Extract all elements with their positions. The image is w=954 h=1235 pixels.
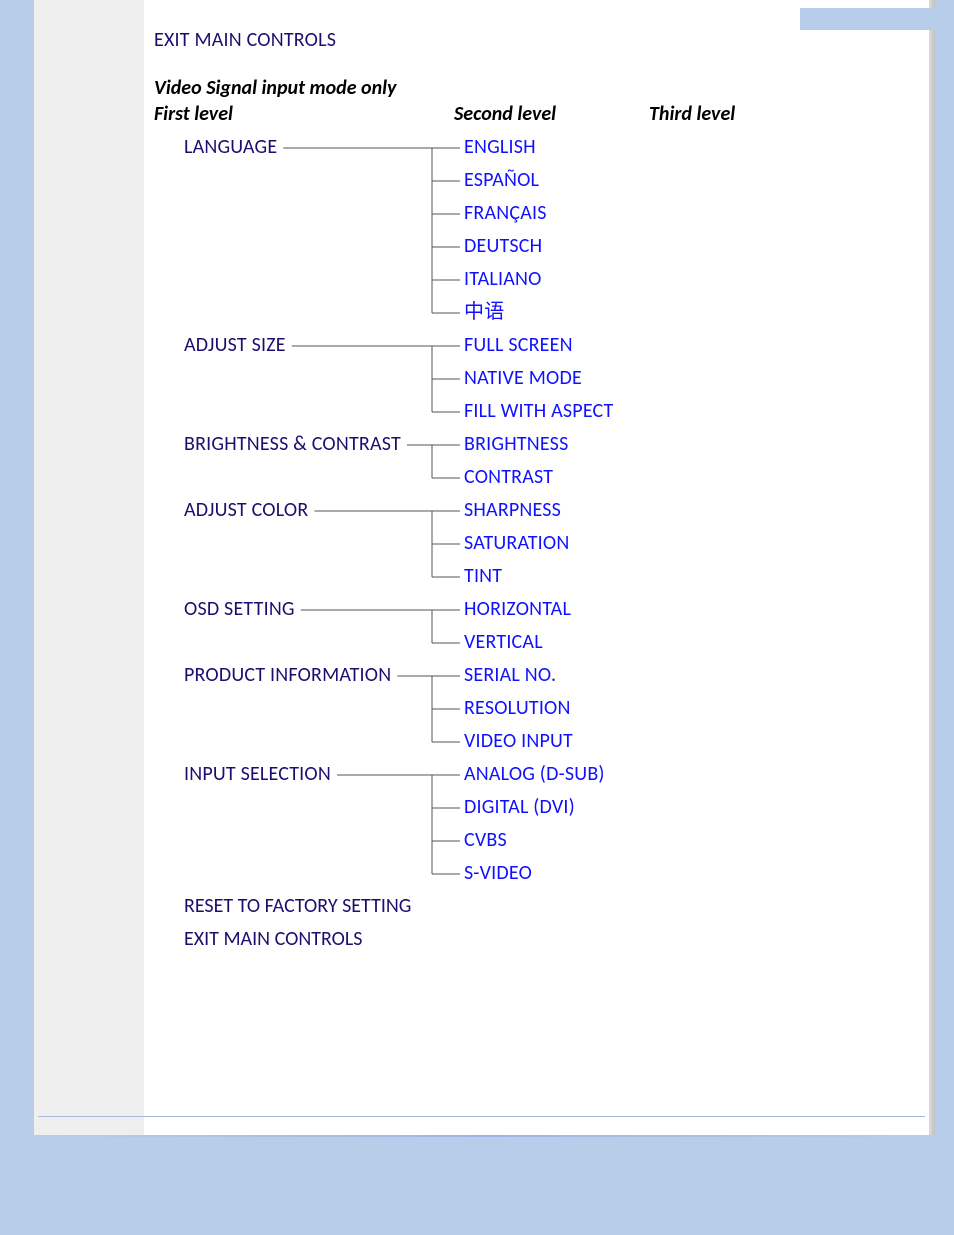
menu-level2-0-5: 中语 xyxy=(464,300,504,324)
menu-tail-0: RESET TO FACTORY SETTING xyxy=(184,894,411,918)
menu-level1-2: BRIGHTNESS & CONTRAST xyxy=(184,432,401,456)
menu-level2-0-1: ESPAÑOL xyxy=(464,168,540,192)
page-frame: EXIT MAIN CONTROLS Video Signal input mo… xyxy=(0,0,954,1235)
column-header-second: Second level xyxy=(454,102,649,126)
menu-level2-0-0: ENGLISH xyxy=(464,135,536,159)
menu-level1-1: ADJUST SIZE xyxy=(184,333,286,357)
menu-level2-4-0: HORIZONTAL xyxy=(464,597,571,621)
menu-level2-1-2: FILL WITH ASPECT xyxy=(464,399,614,423)
column-header-first: First level xyxy=(154,102,454,126)
menu-level2-1-0: FULL SCREEN xyxy=(464,333,573,357)
footer-rule xyxy=(38,1116,925,1117)
menu-level2-3-2: TINT xyxy=(464,564,502,588)
osd-menu-tree: LANGUAGE ENGLISH ESPAÑOL FRANÇAIS DEUTSCH ITA… xyxy=(154,130,909,979)
menu-level2-3-1: SATURATION xyxy=(464,531,569,555)
column-header-third: Third level xyxy=(649,102,799,126)
menu-level2-0-3: DEUTSCH xyxy=(464,234,542,258)
menu-level2-5-1: RESOLUTION xyxy=(464,696,571,720)
menu-level1-5: PRODUCT INFORMATION xyxy=(184,663,391,687)
menu-level2-3-0: SHARPNESS xyxy=(464,498,561,522)
content-area: EXIT MAIN CONTROLS Video Signal input mo… xyxy=(34,0,929,1019)
menu-level2-5-2: VIDEO INPUT xyxy=(464,729,573,753)
heading-exit-main-controls: EXIT MAIN CONTROLS xyxy=(154,28,909,52)
menu-level2-6-1: DIGITAL (DVI) xyxy=(464,795,575,819)
subtitle-video-signal: Video Signal input mode only xyxy=(154,76,909,100)
menu-level2-4-1: VERTICAL xyxy=(464,630,543,654)
menu-level2-5-0: SERIAL NO. xyxy=(464,663,556,687)
menu-level2-6-3: S-VIDEO xyxy=(464,861,532,885)
menu-level2-2-1: CONTRAST xyxy=(464,465,553,489)
menu-level1-4: OSD SETTING xyxy=(184,597,295,621)
menu-level1-0: LANGUAGE xyxy=(184,135,277,159)
menu-level2-1-1: NATIVE MODE xyxy=(464,366,582,390)
menu-level2-6-2: CVBS xyxy=(464,828,507,852)
menu-level1-3: ADJUST COLOR xyxy=(184,498,308,522)
menu-tail-1: EXIT MAIN CONTROLS xyxy=(184,927,363,951)
document-page: EXIT MAIN CONTROLS Video Signal input mo… xyxy=(34,0,929,1135)
menu-level2-0-4: ITALIANO xyxy=(464,267,542,291)
menu-level2-0-2: FRANÇAIS xyxy=(464,201,547,225)
menu-level2-2-0: BRIGHTNESS xyxy=(464,432,568,456)
column-headers-row: First level Second level Third level xyxy=(154,102,909,126)
menu-level2-6-0: ANALOG (D-SUB) xyxy=(464,762,605,786)
menu-level1-6: INPUT SELECTION xyxy=(184,762,331,786)
